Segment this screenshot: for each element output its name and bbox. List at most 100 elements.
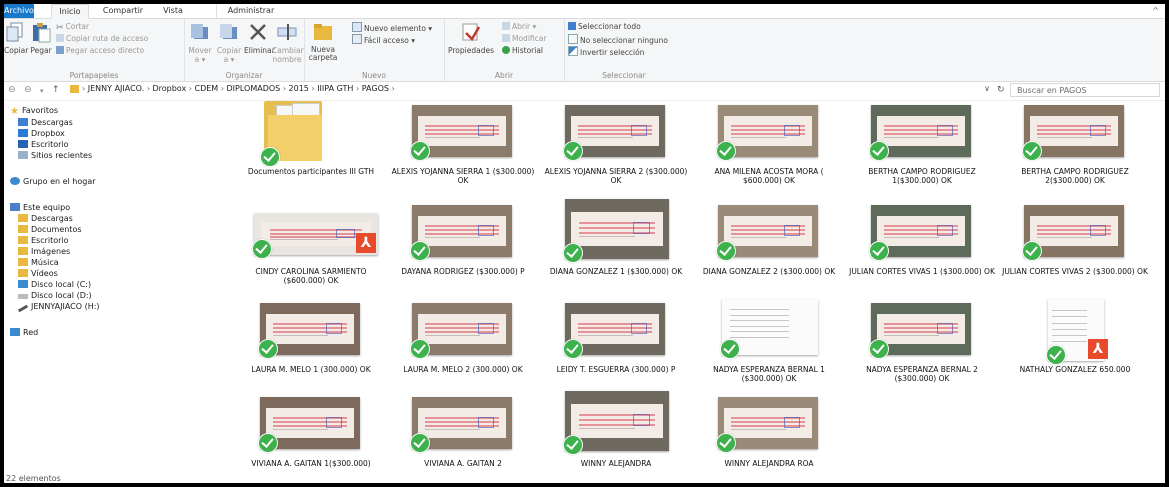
easy-access-button[interactable]: Fácil acceso ▾	[352, 34, 415, 45]
back-button[interactable]: ⊖	[8, 85, 16, 95]
copy-button[interactable]: Copiar	[4, 21, 28, 55]
copy-to-button[interactable]: Copiar a ▾	[216, 21, 242, 64]
nav-fav-descargas[interactable]: Descargas	[18, 118, 73, 128]
scrollbar[interactable]	[1148, 101, 1165, 483]
receipt-paper	[877, 216, 965, 246]
cut-button[interactable]: ✂ Cortar	[56, 22, 89, 33]
nav-pc-disk-d-label: Disco local (D:)	[31, 291, 92, 300]
paste-shortcut-button[interactable]: Pegar acceso directo	[56, 46, 144, 56]
breadcrumb-item[interactable]: PAGOS	[362, 84, 389, 93]
file-item[interactable]: JULIAN CORTES VIVAS 2 ($300.000) OK	[1000, 201, 1150, 301]
open-button[interactable]: Abrir ▾	[502, 22, 536, 32]
new-item-button[interactable]: Nuevo elemento ▾	[352, 22, 432, 33]
copy-path-button[interactable]: Copiar ruta de acceso	[56, 34, 148, 44]
tab-archivo[interactable]: Archivo	[4, 4, 34, 18]
breadcrumb-separator-icon[interactable]: ›	[309, 84, 317, 93]
rename-button[interactable]: Cambiar nombre	[272, 21, 304, 64]
file-item[interactable]: ⅄ NATHALY GONZALEZ 650.000	[1000, 299, 1150, 399]
copy-to-icon	[220, 24, 237, 39]
tab-compartir[interactable]: Compartir	[98, 4, 148, 18]
recent-locations-icon[interactable]: ▾	[40, 87, 44, 95]
file-item[interactable]: ALEXIS YOJANNA SIERRA 1 ($300.000) OK	[388, 101, 538, 201]
nav-fav-recientes[interactable]: Sitios recientes	[18, 151, 92, 161]
file-item[interactable]: WINNY ALEJANDRA ROA	[694, 393, 844, 483]
nav-fav-escritorio[interactable]: Escritorio	[18, 140, 69, 150]
tab-administrar[interactable]: Administrar	[216, 4, 285, 18]
file-item[interactable]: VIVIANA A. GAITAN 1($300.000)	[236, 393, 386, 483]
properties-label: Propiedades	[448, 46, 494, 55]
nav-pc-descargas[interactable]: Descargas	[18, 214, 73, 224]
file-item[interactable]: ANA MILENA ACOSTA MORA ( $600.000) OK	[694, 101, 844, 201]
properties-button[interactable]: Propiedades	[448, 21, 494, 55]
search-input[interactable]: Buscar en PAGOS	[1010, 83, 1160, 97]
nav-network[interactable]: Red	[10, 328, 38, 338]
nav-homegroup[interactable]: Grupo en el hogar	[10, 177, 96, 187]
breadcrumb-path[interactable]: › JENNY AJIACO. › Dropbox › CDEM › DIPLO…	[82, 84, 395, 93]
new-folder-button[interactable]: Nueva carpeta	[308, 21, 338, 62]
address-dropdown-icon[interactable]: ∨	[984, 84, 990, 93]
select-none-button[interactable]: No seleccionar ninguno	[568, 34, 668, 45]
file-item[interactable]: JULIAN CORTES VIVAS 1 ($300.000) OK	[847, 201, 997, 301]
file-item[interactable]: LAURA M. MELO 2 (300.000) OK	[388, 299, 538, 399]
bank-stamp	[1089, 125, 1106, 136]
group-new: Nueva carpeta Nuevo elemento ▾ Fácil acc…	[304, 19, 445, 81]
delete-button[interactable]: Eliminar	[244, 21, 275, 55]
paste-button[interactable]: Pegar	[28, 21, 54, 55]
breadcrumb-separator-icon[interactable]: ›	[280, 84, 288, 93]
nav-pc-videos[interactable]: Vídeos	[18, 269, 58, 279]
nav-favorites[interactable]: ★ Favoritos	[10, 106, 58, 117]
file-item[interactable]: DIANA GONZALEZ 2 ($300.000) OK	[694, 201, 844, 301]
breadcrumb-separator-icon[interactable]: ›	[218, 84, 226, 93]
invert-selection-button[interactable]: Invertir selección	[568, 46, 645, 57]
nav-pc-disk-d[interactable]: Disco local (D:)	[18, 291, 92, 301]
text-line	[1052, 322, 1088, 324]
up-button[interactable]: ↑	[52, 85, 60, 95]
breadcrumb-separator-icon[interactable]: ›	[389, 84, 394, 93]
nav-pc-musica[interactable]: Música	[18, 258, 59, 268]
file-item[interactable]: BERTHA CAMPO RODRIGUEZ 2($300.000) OK	[1000, 101, 1150, 201]
bank-stamp	[783, 125, 800, 136]
file-item[interactable]: VIVIANA A. GAITAN 2	[388, 393, 538, 483]
breadcrumb-item[interactable]: 2015	[289, 84, 309, 93]
collapse-ribbon-icon[interactable]: ^	[1152, 6, 1159, 15]
breadcrumb-item[interactable]: JENNY AJIACO.	[88, 84, 144, 93]
move-to-button[interactable]: Mover a ▾	[186, 21, 214, 64]
nav-pc-escritorio[interactable]: Escritorio	[18, 236, 69, 246]
file-item[interactable]: NADYA ESPERANZA BERNAL 2 ($300.000) OK	[847, 299, 997, 399]
nav-fav-escritorio-label: Escritorio	[31, 140, 69, 149]
select-all-button[interactable]: Seleccionar todo	[568, 22, 641, 32]
breadcrumb-separator-icon[interactable]: ›	[186, 84, 194, 93]
text-line	[1052, 341, 1088, 343]
file-item[interactable]: ⅄ CINDY CAROLINA SARMIENTO ($600.000) OK	[236, 201, 386, 301]
history-button[interactable]: Historial	[502, 46, 543, 56]
forward-button[interactable]: ⊖	[24, 85, 32, 95]
file-item[interactable]: BERTHA CAMPO RODRIGUEZ 1($300.000) OK	[847, 101, 997, 201]
nav-pc-imagenes[interactable]: Imágenes	[18, 247, 70, 257]
breadcrumb-item[interactable]: DIPLOMADOS	[227, 84, 281, 93]
breadcrumb-item[interactable]: IIIPA GTH	[317, 84, 353, 93]
sync-check-icon	[563, 435, 583, 455]
file-item[interactable]: WINNY ALEJANDRA	[541, 391, 691, 483]
tab-inicio[interactable]: Inicio	[51, 4, 89, 19]
nav-fav-dropbox[interactable]: Dropbox	[18, 129, 65, 139]
nav-this-pc[interactable]: Este equipo	[10, 203, 70, 213]
file-item[interactable]: DAYANA RODRIGEZ ($300.000) P	[388, 201, 538, 301]
nav-pc-documentos[interactable]: Documentos	[18, 225, 82, 235]
breadcrumb-separator-icon[interactable]: ›	[353, 84, 361, 93]
nav-pc-disk-h[interactable]: JENNYAJIACO (H:)	[17, 302, 100, 313]
file-item[interactable]: DIANA GONZALEZ 1 ($300.000) OK	[541, 199, 691, 301]
music-icon	[18, 258, 28, 266]
receipt-line	[884, 237, 939, 239]
file-item[interactable]: LAURA M. MELO 1 (300.000) OK	[236, 299, 386, 399]
nav-pc-disk-c[interactable]: Disco local (C:)	[18, 280, 91, 290]
tab-vista[interactable]: Vista	[156, 4, 190, 18]
file-item[interactable]: ALEXIS YOJANNA SIERRA 2 ($300.000) OK	[541, 101, 691, 201]
file-item[interactable]: Documentos participantes III GTH	[236, 101, 386, 201]
edit-button[interactable]: Modificar	[502, 34, 546, 44]
file-item[interactable]: LEIDY T. ESGUERRA (300.000) P	[541, 299, 691, 399]
file-item[interactable]: NADYA ESPERANZA BERNAL 1 ($300.000) OK	[694, 299, 844, 399]
breadcrumb-item[interactable]: Dropbox	[152, 84, 186, 93]
breadcrumb[interactable]: › JENNY AJIACO. › Dropbox › CDEM › DIPLO…	[70, 83, 994, 97]
breadcrumb-item[interactable]: CDEM	[195, 84, 219, 93]
refresh-icon[interactable]: ↻	[997, 85, 1005, 95]
